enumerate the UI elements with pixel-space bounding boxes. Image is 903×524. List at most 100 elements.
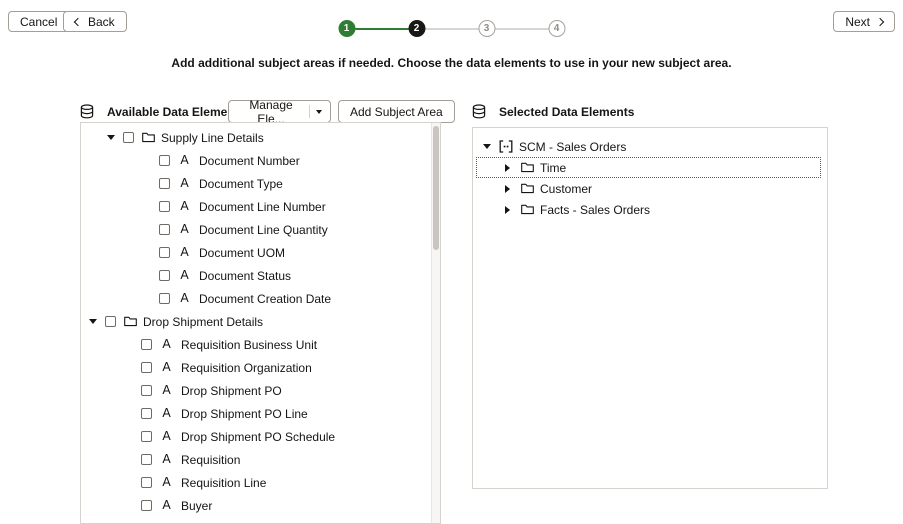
tree-attribute-row[interactable]: A Document Line Number: [81, 195, 440, 218]
tree-attribute-row[interactable]: A Drop Shipment PO Schedule: [81, 425, 440, 448]
tree-attribute-row[interactable]: ARequisition Line: [81, 471, 440, 494]
available-data-elements-panel: Supply Line DetailsADocument NumberADocu…: [80, 122, 441, 524]
expand-collapse-icon[interactable]: [505, 206, 521, 214]
chevron-right-icon: [505, 185, 510, 193]
available-panel-title: Available Data Elements: [107, 105, 245, 119]
tree-attribute-row[interactable]: A Document Status: [81, 264, 440, 287]
checkbox[interactable]: [141, 477, 152, 488]
checkbox[interactable]: [141, 385, 152, 396]
tree-item-label: Requisition: [181, 453, 240, 467]
cancel-button[interactable]: Cancel: [8, 11, 69, 32]
checkbox[interactable]: [141, 339, 152, 350]
checkbox[interactable]: [159, 201, 170, 212]
tree-folder-row[interactable]: Supply Line Details: [81, 126, 440, 149]
tree-folder-row[interactable]: Drop Shipment Details: [81, 310, 440, 333]
folder-icon: [124, 316, 137, 327]
database-icon: [472, 104, 486, 119]
tree-item-label: Document Line Quantity: [199, 223, 328, 237]
checkbox[interactable]: [141, 431, 152, 442]
checkbox[interactable]: [159, 293, 170, 304]
selected-data-elements-panel: SCM - Sales OrdersTime Customer Facts - Sa…: [472, 127, 828, 489]
checkbox[interactable]: [159, 224, 170, 235]
tree-item-label: Document Creation Date: [199, 292, 331, 306]
attribute-icon: A: [178, 269, 191, 282]
subject-area-row[interactable]: SCM - Sales Orders: [473, 136, 827, 157]
tree-item-label: Requisition Organization: [181, 361, 312, 375]
tree-attribute-row[interactable]: ARequisition: [81, 448, 440, 471]
tree-item-label: Document Line Number: [199, 200, 326, 214]
tree-attribute-row[interactable]: A Requisition Organization: [81, 356, 440, 379]
tree-attribute-row[interactable]: ARequisition Business Unit: [81, 333, 440, 356]
tree-folder-row[interactable]: Facts - Sales Orders: [473, 199, 827, 220]
attribute-icon: A: [178, 246, 191, 259]
checkbox[interactable]: [159, 178, 170, 189]
manage-elements-button[interactable]: Manage Ele...: [228, 100, 331, 123]
next-button-label: Next: [845, 15, 870, 29]
attribute-icon: A: [160, 361, 173, 374]
step-connector-2: [425, 28, 478, 30]
tree-attribute-row[interactable]: A Drop Shipment PO: [81, 379, 440, 402]
tree-folder-row[interactable]: Time: [473, 157, 827, 178]
tree-item-label: Drop Shipment PO Line: [181, 407, 308, 421]
attribute-icon: A: [160, 499, 173, 512]
step-2[interactable]: 2: [408, 20, 425, 37]
tree-item-label: Buyer: [181, 499, 212, 513]
expand-collapse-icon[interactable]: [483, 144, 499, 149]
selected-panel-header: Selected Data Elements: [472, 103, 634, 120]
subject-area-icon: [499, 140, 513, 153]
tree-item-label: Customer: [540, 182, 592, 196]
available-tree: Supply Line DetailsADocument NumberADocu…: [81, 126, 440, 517]
vertical-scrollbar[interactable]: [431, 123, 440, 523]
step-connector-3: [495, 28, 548, 30]
checkbox[interactable]: [141, 362, 152, 373]
checkbox[interactable]: [141, 454, 152, 465]
folder-icon: [521, 204, 534, 215]
tree-item-label: Drop Shipment PO Schedule: [181, 430, 335, 444]
scrollbar-thumb[interactable]: [433, 126, 439, 250]
attribute-icon: A: [160, 407, 173, 420]
selected-tree: SCM - Sales OrdersTime Customer Facts - Sa…: [473, 136, 827, 220]
tree-item-label: Drop Shipment PO: [181, 384, 282, 398]
tree-item-label: Requisition Line: [181, 476, 266, 490]
tree-attribute-row[interactable]: A Buyer: [81, 494, 440, 517]
expand-collapse-icon[interactable]: [505, 164, 521, 172]
tree-attribute-row[interactable]: A Document Line Quantity: [81, 218, 440, 241]
wizard-stepper: 1 2 3 4: [338, 20, 565, 37]
available-panel-header: Available Data Elements: [80, 103, 245, 120]
next-button[interactable]: Next: [833, 11, 895, 32]
chevron-down-icon: [89, 319, 97, 324]
instruction-text: Add additional subject areas if needed. …: [0, 56, 903, 70]
tree-attribute-row[interactable]: ADocument Type: [81, 172, 440, 195]
selected-panel-title: Selected Data Elements: [499, 105, 634, 119]
tree-item-label: Document Status: [199, 269, 291, 283]
checkbox[interactable]: [105, 316, 116, 327]
checkbox[interactable]: [141, 500, 152, 511]
attribute-icon: A: [160, 384, 173, 397]
checkbox[interactable]: [141, 408, 152, 419]
step-3[interactable]: 3: [478, 20, 495, 37]
step-4[interactable]: 4: [548, 20, 565, 37]
expand-collapse-icon[interactable]: [89, 319, 105, 324]
tree-item-label: Document UOM: [199, 246, 285, 260]
tree-attribute-row[interactable]: ADocument Number: [81, 149, 440, 172]
checkbox[interactable]: [159, 247, 170, 258]
tree-folder-row[interactable]: Customer: [473, 178, 827, 199]
expand-collapse-icon[interactable]: [505, 185, 521, 193]
expand-collapse-icon[interactable]: [107, 135, 123, 140]
attribute-icon: A: [178, 223, 191, 236]
checkbox[interactable]: [123, 132, 134, 143]
attribute-icon: A: [160, 430, 173, 443]
tree-attribute-row[interactable]: A Drop Shipment PO Line: [81, 402, 440, 425]
checkbox[interactable]: [159, 270, 170, 281]
tree-attribute-row[interactable]: A Document Creation Date: [81, 287, 440, 310]
attribute-icon: A: [178, 292, 191, 305]
back-button[interactable]: Back: [63, 11, 127, 32]
tree-attribute-row[interactable]: A Document UOM: [81, 241, 440, 264]
checkbox[interactable]: [159, 155, 170, 166]
attribute-icon: A: [178, 200, 191, 213]
dropdown-caret-icon: [316, 110, 322, 114]
attribute-icon: A: [160, 338, 173, 351]
tree-item-label: Facts - Sales Orders: [540, 203, 650, 217]
add-subject-area-button[interactable]: Add Subject Area: [338, 100, 455, 123]
step-1[interactable]: 1: [338, 20, 355, 37]
